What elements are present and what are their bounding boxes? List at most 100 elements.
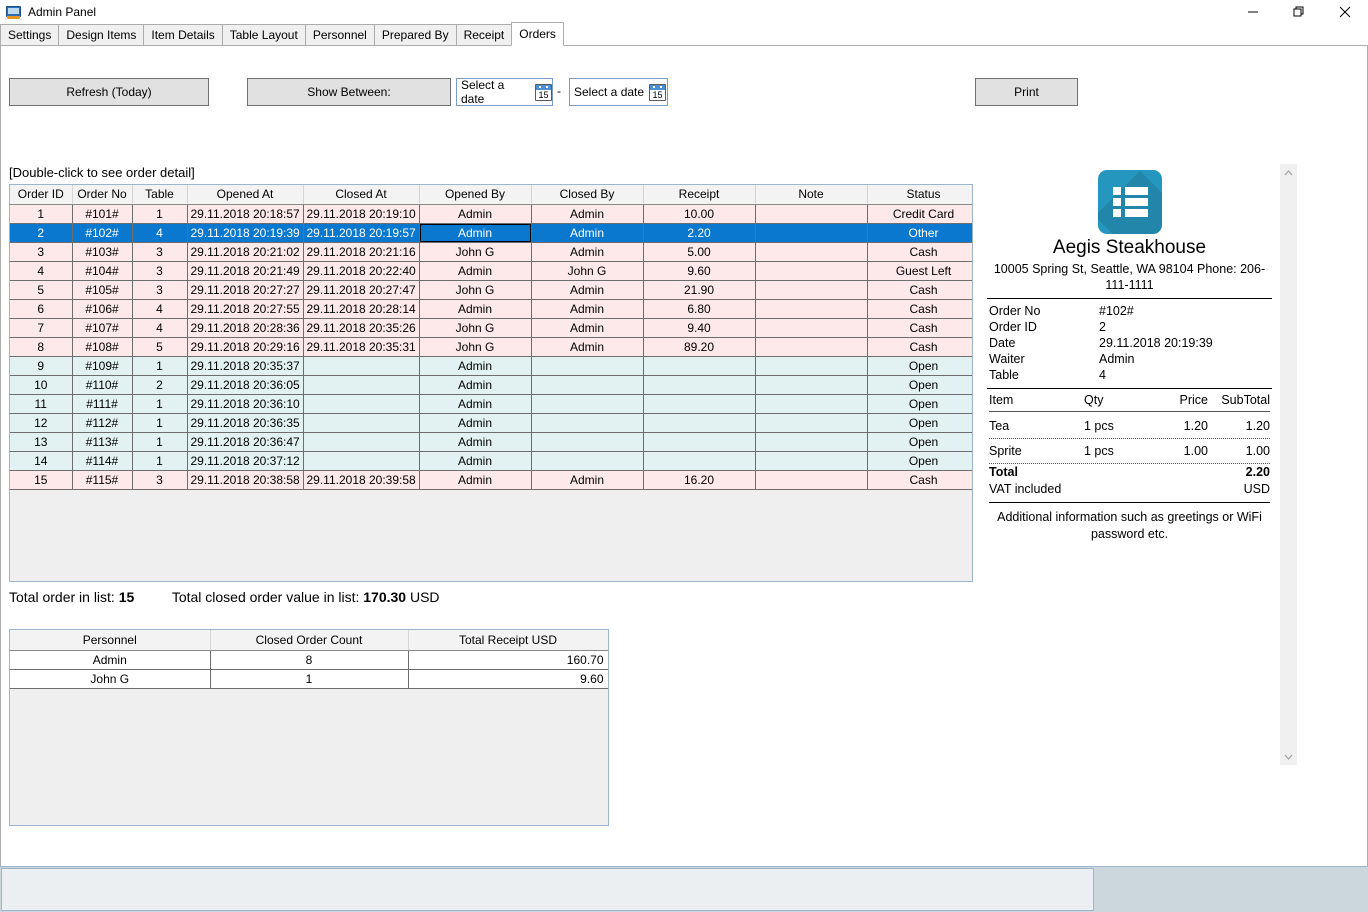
cell-receipt[interactable]: 89.20 xyxy=(643,337,756,357)
cell-table[interactable]: 4 xyxy=(132,318,188,338)
table-row[interactable]: John G 1 9.60 xyxy=(10,669,608,689)
cell-opened[interactable]: 29.11.2018 20:19:39 xyxy=(187,223,304,243)
cell-table[interactable]: 1 xyxy=(132,394,188,414)
cell-closed[interactable]: 29.11.2018 20:35:31 xyxy=(303,337,420,357)
cell-id[interactable]: 6 xyxy=(10,299,73,319)
table-row[interactable]: Admin 8 160.70 xyxy=(10,650,608,670)
cell-opened[interactable]: 29.11.2018 20:28:36 xyxy=(187,318,304,338)
cell-status[interactable]: Cash xyxy=(867,280,972,300)
tab-receipt[interactable]: Receipt xyxy=(455,24,513,45)
cell-id[interactable]: 10 xyxy=(10,375,73,395)
cell-no[interactable]: #110# xyxy=(72,375,133,395)
cell-no[interactable]: #108# xyxy=(72,337,133,357)
table-row[interactable]: 6 #106# 4 29.11.2018 20:27:55 29.11.2018 20:… xyxy=(10,299,972,319)
cell-note[interactable] xyxy=(755,261,868,281)
cell-closed[interactable] xyxy=(303,375,420,395)
cell-receipt[interactable] xyxy=(643,375,756,395)
cell-opened-by[interactable]: Admin xyxy=(419,299,532,319)
cell-receipt[interactable]: 10.00 xyxy=(643,204,756,224)
tab-orders[interactable]: Orders xyxy=(511,22,564,46)
cell-no[interactable]: #102# xyxy=(72,223,133,243)
cell-closed-by[interactable]: Admin xyxy=(531,337,644,357)
cell-note[interactable] xyxy=(755,299,868,319)
orders-column-header[interactable]: Receipt xyxy=(643,185,756,205)
cell-no[interactable]: #106# xyxy=(72,299,133,319)
table-row[interactable]: 12 #112# 1 29.11.2018 20:36:35 Admin Open xyxy=(10,413,972,433)
cell-receipt[interactable]: 21.90 xyxy=(643,280,756,300)
cell-status[interactable]: Cash xyxy=(867,470,972,490)
cell-table[interactable]: 3 xyxy=(132,280,188,300)
cell-note[interactable] xyxy=(755,280,868,300)
cell-opened[interactable]: 29.11.2018 20:36:10 xyxy=(187,394,304,414)
cell-closed[interactable]: 29.11.2018 20:27:47 xyxy=(303,280,420,300)
cell-receipt[interactable] xyxy=(643,413,756,433)
cell-receipt[interactable]: 16.20 xyxy=(643,470,756,490)
cell-note[interactable] xyxy=(755,470,868,490)
cell-closed[interactable] xyxy=(303,451,420,471)
cell-table[interactable]: 1 xyxy=(132,204,188,224)
cell-closed[interactable]: 29.11.2018 20:39:58 xyxy=(303,470,420,490)
cell-closed-by[interactable]: Admin xyxy=(531,280,644,300)
cell-closed[interactable] xyxy=(303,394,420,414)
cell-closed-by[interactable] xyxy=(531,394,644,414)
cell-no[interactable]: #113# xyxy=(72,432,133,452)
cell-note[interactable] xyxy=(755,204,868,224)
cell-id[interactable]: 5 xyxy=(10,280,73,300)
tab-table-layout[interactable]: Table Layout xyxy=(221,24,306,45)
cell-closed[interactable]: 29.11.2018 20:19:57 xyxy=(303,223,420,243)
cell-opened-by[interactable]: Admin xyxy=(419,375,532,395)
cell-status[interactable]: Guest Left xyxy=(867,261,972,281)
cell-receipt[interactable]: 9.60 xyxy=(643,261,756,281)
cell-no[interactable]: #105# xyxy=(72,280,133,300)
cell-no[interactable]: #115# xyxy=(72,470,133,490)
table-row[interactable]: 15 #115# 3 29.11.2018 20:38:58 29.11.2018 20… xyxy=(10,470,972,490)
orders-column-header[interactable]: Closed By xyxy=(531,185,644,205)
cell-receipt[interactable] xyxy=(643,451,756,471)
table-row[interactable]: 14 #114# 1 29.11.2018 20:37:12 Admin Open xyxy=(10,451,972,471)
close-icon[interactable] xyxy=(1322,0,1368,23)
cell-name[interactable]: John G xyxy=(10,669,211,689)
cell-closed[interactable]: 29.11.2018 20:35:26 xyxy=(303,318,420,338)
cell-status[interactable]: Cash xyxy=(867,242,972,262)
cell-id[interactable]: 8 xyxy=(10,337,73,357)
cell-opened[interactable]: 29.11.2018 20:27:55 xyxy=(187,299,304,319)
cell-opened-by[interactable]: Admin xyxy=(419,432,532,452)
cell-id[interactable]: 14 xyxy=(10,451,73,471)
calendar-icon[interactable]: 15 xyxy=(649,83,667,101)
cell-opened[interactable]: 29.11.2018 20:21:49 xyxy=(187,261,304,281)
cell-id[interactable]: 4 xyxy=(10,261,73,281)
cell-opened-by[interactable]: Admin xyxy=(419,204,532,224)
cell-opened[interactable]: 29.11.2018 20:27:27 xyxy=(187,280,304,300)
cell-opened[interactable]: 29.11.2018 20:35:37 xyxy=(187,356,304,376)
table-row[interactable]: 11 #111# 1 29.11.2018 20:36:10 Admin Open xyxy=(10,394,972,414)
cell-receipt[interactable]: 6.80 xyxy=(643,299,756,319)
cell-closed[interactable] xyxy=(303,432,420,452)
cell-note[interactable] xyxy=(755,356,868,376)
cell-no[interactable]: #103# xyxy=(72,242,133,262)
cell-name[interactable]: Admin xyxy=(10,650,211,670)
cell-table[interactable]: 3 xyxy=(132,470,188,490)
cell-status[interactable]: Credit Card xyxy=(867,204,972,224)
table-row[interactable]: 10 #110# 2 29.11.2018 20:36:05 Admin Open xyxy=(10,375,972,395)
table-row[interactable]: 3 #103# 3 29.11.2018 20:21:02 29.11.2018 20:… xyxy=(10,242,972,262)
cell-opened[interactable]: 29.11.2018 20:37:12 xyxy=(187,451,304,471)
table-row[interactable]: 1 #101# 1 29.11.2018 20:18:57 29.11.2018 20:… xyxy=(10,204,972,224)
cell-opened[interactable]: 29.11.2018 20:21:02 xyxy=(187,242,304,262)
cell-note[interactable] xyxy=(755,242,868,262)
cell-status[interactable]: Open xyxy=(867,432,972,452)
cell-table[interactable]: 1 xyxy=(132,413,188,433)
cell-no[interactable]: #112# xyxy=(72,413,133,433)
cell-receipt[interactable] xyxy=(643,394,756,414)
cell-opened-by[interactable]: Admin xyxy=(419,413,532,433)
cell-closed-by[interactable]: Admin xyxy=(531,299,644,319)
cell-closed[interactable] xyxy=(303,413,420,433)
cell-id[interactable]: 2 xyxy=(10,223,73,243)
orders-column-header[interactable]: Note xyxy=(755,185,868,205)
cell-opened-by[interactable]: John G xyxy=(419,337,532,357)
scroll-up-icon[interactable] xyxy=(1280,164,1297,181)
cell-table[interactable]: 5 xyxy=(132,337,188,357)
cell-note[interactable] xyxy=(755,375,868,395)
table-row[interactable]: 8 #108# 5 29.11.2018 20:29:16 29.11.2018 20:… xyxy=(10,337,972,357)
orders-column-header[interactable]: Order No xyxy=(72,185,133,205)
cell-closed-by[interactable]: Admin xyxy=(531,242,644,262)
